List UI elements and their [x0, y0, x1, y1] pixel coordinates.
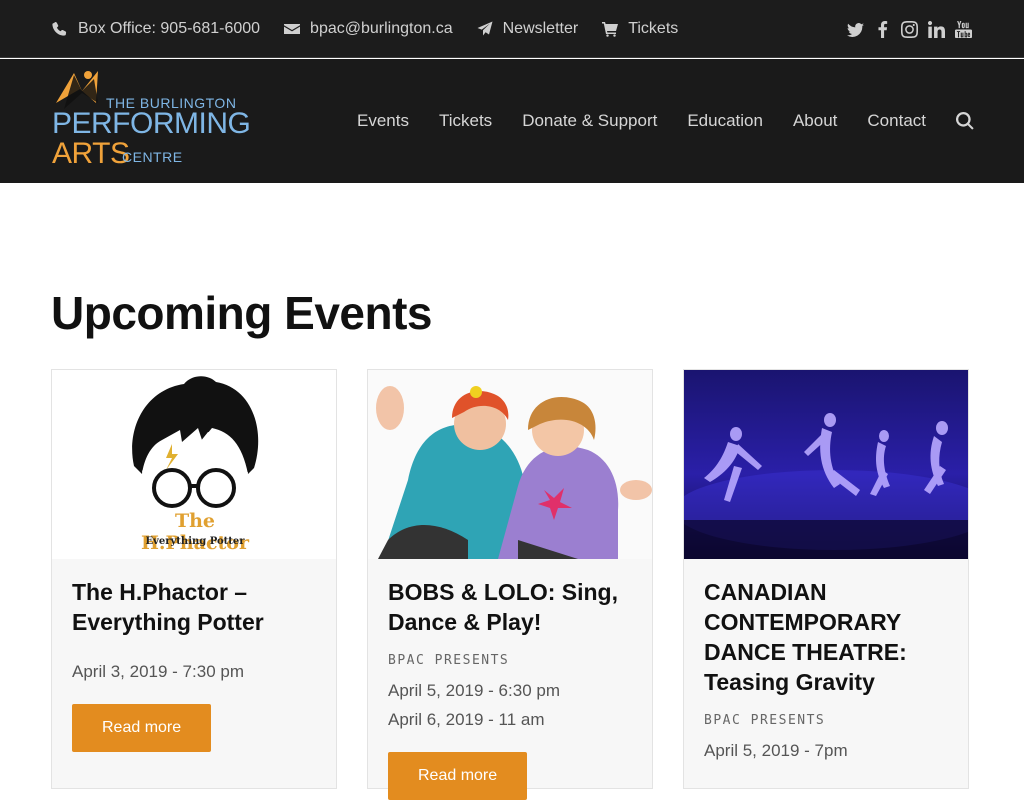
main-header: THE BURLINGTON PERFORMING ARTS CENTRE Ev…: [0, 59, 1024, 183]
dance-theatre-photo: [684, 413, 968, 559]
tickets-text: Tickets: [628, 20, 679, 37]
event-card: CANADIAN CONTEMPORARY DANCE THEATRE: Tea…: [683, 369, 969, 789]
email-link[interactable]: bpac@burlington.ca: [284, 20, 453, 38]
event-date: April 5, 2019 - 6:30 pm: [388, 681, 560, 700]
bpac-logo[interactable]: THE BURLINGTON PERFORMING ARTS CENTRE: [52, 69, 252, 170]
event-card-body: BOBS & LOLO: Sing, Dance & Play! BPAC PR…: [368, 559, 652, 800]
contact-links: Box Office: 905-681-6000 bpac@burlington…: [52, 0, 678, 58]
search-button[interactable]: [956, 112, 974, 130]
instagram-icon[interactable]: [901, 20, 918, 38]
event-card: The H.Phactor Everything Potter The H.Ph…: [51, 369, 337, 789]
event-date: April 6, 2019 - 11 am: [388, 710, 545, 729]
event-title[interactable]: The H.Phactor – Everything Potter: [72, 577, 316, 637]
newsletter-text: Newsletter: [502, 20, 579, 37]
event-presenter: BPAC PRESENTS: [388, 653, 510, 668]
box-office-link[interactable]: Box Office: 905-681-6000: [52, 20, 260, 38]
nav-item-donate[interactable]: Donate & Support: [522, 111, 657, 131]
nav-item-about[interactable]: About: [793, 111, 837, 131]
event-image-ccdt[interactable]: [684, 370, 968, 559]
social-links: [847, 0, 972, 58]
event-card: BOBS & LOLO: Sing, Dance & Play! BPAC PR…: [367, 369, 653, 800]
read-more-button[interactable]: Read more: [388, 752, 528, 800]
page-title: Upcoming Events: [51, 287, 433, 339]
hphactor-image-subtitle: Everything Potter: [145, 536, 245, 547]
logo-line-3: ARTS: [52, 137, 130, 170]
top-bar: Box Office: 905-681-6000 bpac@burlington…: [0, 0, 1024, 58]
event-date: April 5, 2019 - 7pm: [704, 741, 848, 760]
facebook-icon[interactable]: [874, 20, 891, 38]
main-nav: Events Tickets Donate & Support Educatio…: [357, 59, 974, 183]
hphactor-image-title: The H.Phactor: [140, 510, 249, 554]
event-image-hphactor[interactable]: The H.Phactor Everything Potter: [52, 370, 336, 559]
envelope-icon: [284, 24, 301, 34]
read-more-button[interactable]: Read more: [72, 704, 212, 752]
box-office-text: Box Office: 905-681-6000: [78, 20, 261, 37]
nav-item-tickets[interactable]: Tickets: [439, 111, 492, 131]
logo-line-4: CENTRE: [122, 149, 183, 165]
event-card-body: The H.Phactor – Everything Potter April …: [52, 559, 336, 752]
event-title[interactable]: BOBS & LOLO: Sing, Dance & Play!: [388, 577, 632, 637]
nav-item-education[interactable]: Education: [687, 111, 763, 131]
twitter-icon[interactable]: [847, 21, 864, 38]
nav-item-events[interactable]: Events: [357, 111, 409, 131]
email-text: bpac@burlington.ca: [310, 20, 453, 37]
youtube-icon[interactable]: [955, 20, 972, 38]
newsletter-link[interactable]: Newsletter: [477, 20, 579, 38]
shopping-cart-icon: [602, 22, 619, 37]
logo-line-2: PERFORMING: [52, 107, 251, 140]
tickets-link[interactable]: Tickets: [602, 20, 678, 38]
paper-plane-icon: [477, 21, 493, 36]
linkedin-icon[interactable]: [928, 20, 945, 38]
event-card-body: CANADIAN CONTEMPORARY DANCE THEATRE: Tea…: [684, 559, 968, 765]
event-title[interactable]: CANADIAN CONTEMPORARY DANCE THEATRE: Tea…: [704, 577, 948, 697]
nav-item-contact[interactable]: Contact: [867, 111, 926, 131]
phone-icon: [52, 22, 67, 36]
event-image-bobs-lolo[interactable]: [368, 370, 652, 559]
event-date: April 3, 2019 - 7:30 pm: [72, 662, 244, 681]
search-icon: [956, 112, 974, 130]
event-presenter: BPAC PRESENTS: [704, 713, 826, 728]
bobs-lolo-photo: [368, 370, 652, 559]
